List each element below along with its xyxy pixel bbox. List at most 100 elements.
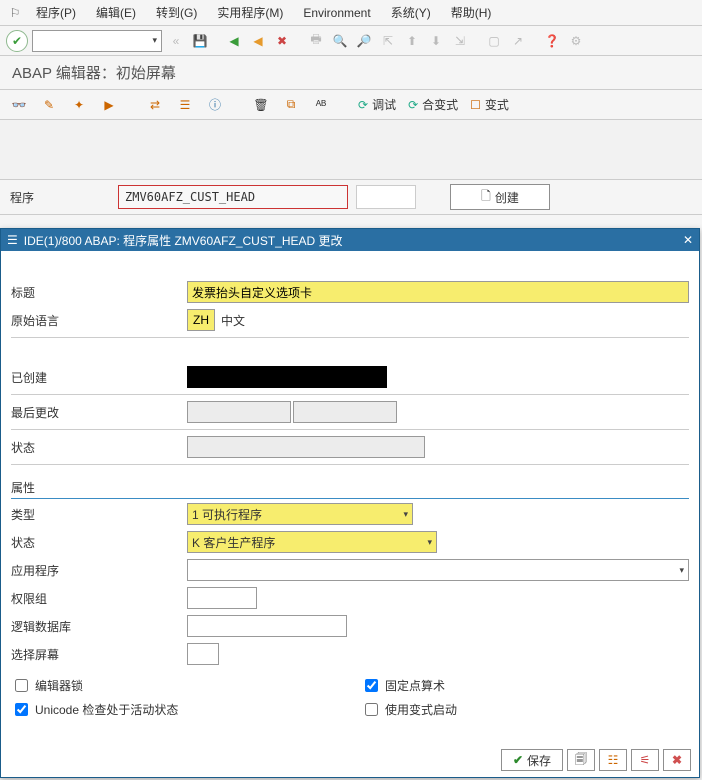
program-name-input[interactable]: ZMV60AFZ_CUST_HEAD [118, 185, 348, 209]
menu-system[interactable]: 系统(Y) [381, 4, 441, 21]
editor-lock-label: 编辑器锁 [35, 677, 83, 694]
status-select-value: K 客户生产程序 [192, 534, 275, 551]
status-label: 状态 [11, 439, 187, 456]
command-field[interactable]: ▾ [32, 30, 162, 52]
authgroup-input[interactable] [187, 587, 257, 609]
find-next-icon[interactable]: 🔎 [354, 31, 374, 51]
ok-button[interactable]: ✔ [6, 30, 28, 52]
list-icon: ☷ [608, 753, 619, 767]
dialog-title: IDE(1)/800 ABAP: 程序属性 ZMV60AFZ_CUST_HEAD… [24, 232, 343, 249]
status-select[interactable]: K 客户生产程序▾ [187, 531, 437, 553]
language-label: 原始语言 [11, 312, 187, 329]
delete-icon[interactable]: 🗑 [252, 96, 270, 114]
save-button[interactable]: ✔ 保存 [501, 749, 563, 771]
program-row: 程序 ZMV60AFZ_CUST_HEAD 🗋 创建 [0, 180, 702, 215]
authgroup-label: 权限组 [11, 590, 187, 607]
lastchanged-date [187, 401, 291, 423]
next-page-icon[interactable]: ⬇ [426, 31, 446, 51]
rename-icon[interactable]: ᴬᴮ [312, 96, 330, 114]
foot-btn-1[interactable]: 🗐 [567, 749, 595, 771]
dialog-cancel-button[interactable]: ✖ [663, 749, 691, 771]
create-button-label: 创建 [495, 189, 519, 206]
save-icon[interactable]: 💾 [190, 31, 210, 51]
info-icon[interactable]: ⓘ [206, 96, 224, 114]
program-ext-box [356, 185, 416, 209]
type-select-value: 1 可执行程序 [192, 506, 262, 523]
dialog-titlebar: ☰ IDE(1)/800 ABAP: 程序属性 ZMV60AFZ_CUST_HE… [1, 229, 699, 251]
start-variant-label: 使用变式启动 [385, 701, 457, 718]
body-spacer [0, 120, 702, 180]
menubar: ⚐ 程序(P) 编辑(E) 转到(G) 实用程序(M) Environment … [0, 0, 702, 26]
attributes-dialog: ☰ IDE(1)/800 ABAP: 程序属性 ZMV60AFZ_CUST_HE… [0, 228, 700, 778]
lastchanged-label: 最后更改 [11, 404, 187, 421]
language-code-input[interactable] [187, 309, 215, 331]
shortcut-icon[interactable]: ↗ [508, 31, 528, 51]
document-icon: 🗐 [575, 750, 587, 771]
back-icon[interactable]: ◀ [224, 31, 244, 51]
attributes-section-title: 属性 [11, 479, 689, 499]
title-field-label: 标题 [11, 284, 187, 301]
window-icon: ☰ [7, 233, 18, 247]
exit-icon[interactable]: ◀ [248, 31, 268, 51]
find-icon[interactable]: 🔍 [330, 31, 350, 51]
new-session-icon[interactable]: ▢ [484, 31, 504, 51]
ldb-label: 逻辑数据库 [11, 618, 187, 635]
dialog-footer: ✔ 保存 🗐 ☷ ⚟ ✖ [501, 749, 691, 771]
selscreen-input[interactable] [187, 643, 219, 665]
status-value [187, 436, 425, 458]
document-icon: 🗋 [481, 187, 491, 208]
copy-icon[interactable]: ⧉ [282, 96, 300, 114]
last-page-icon[interactable]: ⇲ [450, 31, 470, 51]
where-used-icon[interactable]: ⇄ [146, 96, 164, 114]
prev-page-icon[interactable]: ⬆ [402, 31, 422, 51]
save-button-label: 保存 [527, 752, 551, 769]
title-input[interactable] [187, 281, 689, 303]
start-variant-checkbox[interactable] [365, 703, 378, 716]
check-icon: ✔ [513, 753, 523, 767]
debug-button[interactable]: ⟳调试 [358, 96, 396, 113]
menu-env[interactable]: Environment [293, 6, 380, 20]
status-prop-label: 状态 [11, 534, 187, 551]
foot-btn-2[interactable]: ☷ [599, 749, 627, 771]
menu-program[interactable]: 程序(P) [26, 4, 86, 21]
skip-back-icon[interactable]: « [166, 31, 186, 51]
dialog-close-button[interactable]: ✕ [683, 233, 693, 247]
object-list-icon[interactable]: ☰ [176, 96, 194, 114]
created-label: 已创建 [11, 369, 187, 386]
selscreen-label: 选择屏幕 [11, 646, 187, 663]
ldb-input[interactable] [187, 615, 347, 637]
cancel-icon[interactable]: ✖ [272, 31, 292, 51]
application-select[interactable]: ▾ [187, 559, 689, 581]
variant-button[interactable]: ☐变式 [470, 96, 509, 113]
type-select[interactable]: 1 可执行程序▾ [187, 503, 413, 525]
create-button[interactable]: 🗋 创建 [450, 184, 550, 210]
unicode-check-checkbox[interactable] [15, 703, 28, 716]
execute-icon[interactable]: ▶ [100, 96, 118, 114]
close-icon: ✖ [672, 753, 682, 767]
settings-icon[interactable]: ⚙ [566, 31, 586, 51]
language-name: 中文 [221, 312, 245, 329]
print-icon[interactable]: 🖶 [306, 31, 326, 51]
program-label: 程序 [10, 189, 110, 206]
menu-util[interactable]: 实用程序(M) [207, 4, 293, 21]
wand-icon[interactable]: ✎ [40, 96, 58, 114]
bookmark-icon[interactable]: ⚐ [4, 6, 26, 20]
help-icon[interactable]: ❓ [542, 31, 562, 51]
app-toolbar: 👓 ✎ ✦ ▶ ⇄ ☰ ⓘ 🗑 ⧉ ᴬᴮ ⟳调试 ⟳合变式 ☐变式 [0, 90, 702, 120]
menu-help[interactable]: 帮助(H) [441, 4, 502, 21]
foot-btn-3[interactable]: ⚟ [631, 749, 659, 771]
fixed-point-checkbox[interactable] [365, 679, 378, 692]
glasses-icon[interactable]: 👓 [10, 96, 28, 114]
created-value-redacted [187, 366, 387, 388]
application-label: 应用程序 [11, 562, 187, 579]
editor-lock-checkbox[interactable] [15, 679, 28, 692]
menu-edit[interactable]: 编辑(E) [86, 4, 146, 21]
branch-icon: ⚟ [640, 753, 651, 767]
combine-variant-button[interactable]: ⟳合变式 [408, 96, 458, 113]
menu-goto[interactable]: 转到(G) [146, 4, 207, 21]
first-page-icon[interactable]: ⇱ [378, 31, 398, 51]
unicode-check-label: Unicode 检查处于活动状态 [35, 701, 178, 718]
fixed-point-label: 固定点算术 [385, 677, 445, 694]
activate-icon[interactable]: ✦ [70, 96, 88, 114]
lastchanged-user [293, 401, 397, 423]
